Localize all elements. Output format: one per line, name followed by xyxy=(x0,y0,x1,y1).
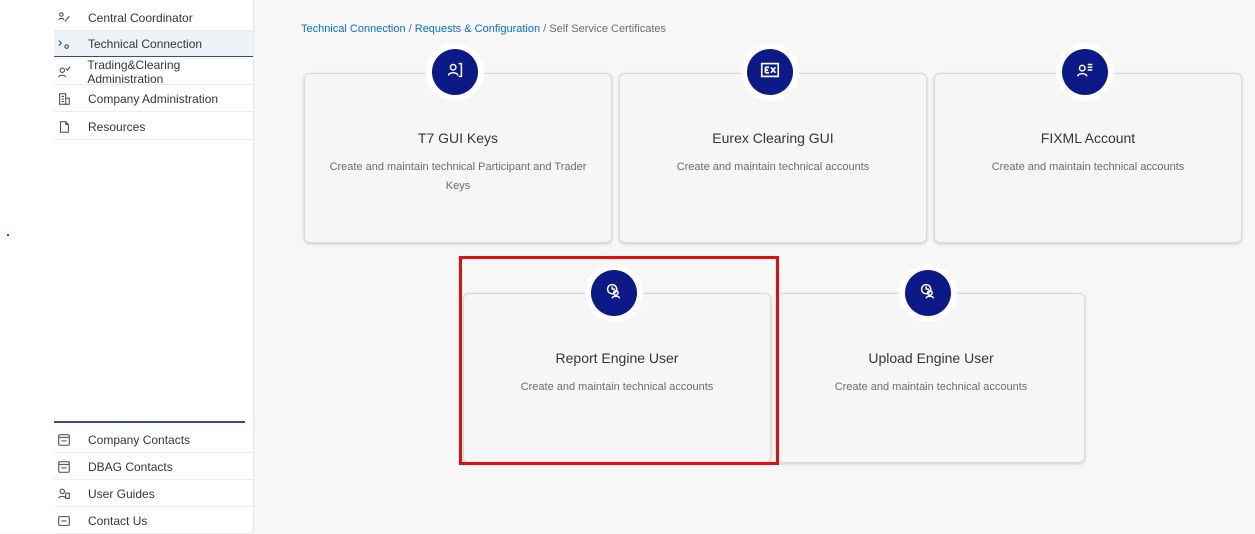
sidebar-item-label: Central Coordinator xyxy=(88,10,193,25)
card-title: Upload Engine User xyxy=(868,350,994,366)
card-title: Eurex Clearing GUI xyxy=(712,130,834,146)
card-description: Create and maintain technical accounts xyxy=(520,381,714,393)
sidebar-item-resources[interactable]: Resources xyxy=(54,114,253,140)
card-icon-badge xyxy=(741,43,799,101)
sidebar-item-label: Contact Us xyxy=(88,513,148,528)
breadcrumb-link-technical-connection[interactable]: Technical Connection xyxy=(301,23,406,35)
breadcrumb: Technical Connection / Requests & Config… xyxy=(301,23,666,35)
breadcrumb-separator: / xyxy=(405,23,415,35)
building-icon xyxy=(54,92,74,106)
breadcrumb-link-requests-configuration[interactable]: Requests & Configuration xyxy=(415,23,540,35)
card-description: Create and maintain technical Participan… xyxy=(329,161,587,192)
sidebar-item-label: Company Administration xyxy=(88,91,219,106)
sidebar: Central Coordinator Technical Connection… xyxy=(0,0,254,534)
breadcrumb-current: Self Service Certificates xyxy=(549,23,667,35)
user-clock-icon xyxy=(603,280,625,307)
sidebar-item-label: DBAG Contacts xyxy=(88,459,173,474)
user-list-icon xyxy=(1074,59,1096,86)
sidebar-item-label: Resources xyxy=(88,119,146,134)
sidebar-item-central-coordinator[interactable]: Central Coordinator xyxy=(54,5,253,31)
document-icon xyxy=(54,120,74,134)
stray-mark xyxy=(7,234,9,236)
contact-card-icon xyxy=(54,460,74,474)
user-check-icon xyxy=(54,65,73,79)
sidebar-item-contact-us[interactable]: Contact Us xyxy=(54,508,253,534)
user-guide-icon xyxy=(54,487,74,501)
card-description: Create and maintain technical accounts xyxy=(834,381,1028,393)
sidebar-item-label: Technical Connection xyxy=(88,36,203,51)
card-icon-badge xyxy=(1056,43,1114,101)
mail-icon xyxy=(54,514,74,528)
sidebar-item-technical-connection[interactable]: Technical Connection xyxy=(54,31,253,57)
contact-card-icon xyxy=(54,433,74,447)
sidebar-item-label: User Guides xyxy=(88,486,155,501)
card-icon-badge xyxy=(899,264,957,322)
card-title: Report Engine User xyxy=(555,350,679,366)
sidebar-item-label: Trading&Clearing Administration xyxy=(87,57,181,86)
sidebar-item-company-administration[interactable]: Company Administration xyxy=(54,86,253,112)
sidebar-divider xyxy=(54,421,245,423)
card-description: Create and maintain technical accounts xyxy=(676,161,870,173)
card-icon-badge xyxy=(426,43,484,101)
sidebar-item-dbag-contacts[interactable]: DBAG Contacts xyxy=(54,454,253,480)
eurex-ex-icon xyxy=(759,59,781,86)
card-icon-badge xyxy=(585,264,643,322)
technical-connection-icon xyxy=(54,37,74,51)
sidebar-item-trading-clearing-administration[interactable]: Trading&Clearing Administration xyxy=(54,57,253,86)
breadcrumb-separator: / xyxy=(540,23,550,35)
card-title: T7 GUI Keys xyxy=(417,130,499,146)
user-clock-icon xyxy=(917,280,939,307)
sidebar-item-label: Company Contacts xyxy=(88,432,191,447)
key-user-icon xyxy=(444,59,466,86)
sidebar-item-user-guides[interactable]: User Guides xyxy=(54,481,253,507)
card-title: FIXML Account xyxy=(1040,130,1136,146)
card-description: Create and maintain technical accounts xyxy=(991,161,1185,173)
coordinator-icon xyxy=(54,11,74,25)
sidebar-item-company-contacts[interactable]: Company Contacts xyxy=(54,427,253,453)
